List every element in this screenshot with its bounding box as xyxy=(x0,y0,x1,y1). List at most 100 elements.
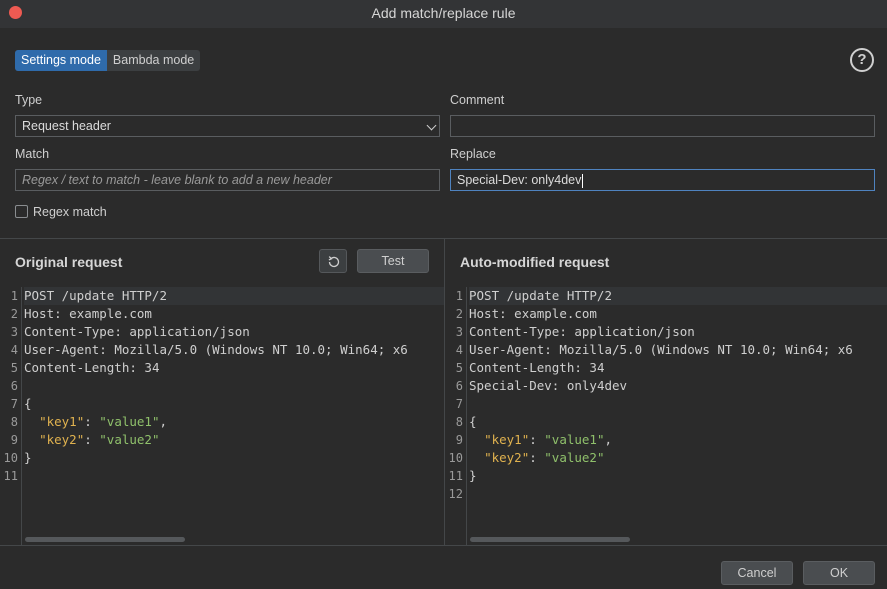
line-number: 2 xyxy=(455,307,463,321)
json-close-brace: } xyxy=(24,450,32,465)
header-value: Mozilla/5.0 (Windows NT 10.0; Win64; x6 xyxy=(559,342,853,357)
code-area: POST /update HTTP/2 Host: example.com Co… xyxy=(24,287,444,485)
json-close-brace: } xyxy=(469,468,477,483)
json-string: "value1" xyxy=(99,414,160,429)
chevron-down-icon xyxy=(426,120,437,131)
json-line: "key1": "value1", xyxy=(39,414,168,429)
json-string: "value1" xyxy=(544,432,605,447)
added-header-line: Special-Dev: only4dev xyxy=(469,378,628,393)
header-line: Host: example.com xyxy=(24,306,152,321)
line-number-gutter: 1 2 3 4 5 6 7 8 9 10 11 xyxy=(0,287,22,545)
header-value: application/json xyxy=(574,324,695,339)
replace-field[interactable]: Special-Dev: only4dev xyxy=(450,169,875,191)
line-number: 8 xyxy=(10,415,18,429)
line-number: 8 xyxy=(455,415,463,429)
header-line: Host: example.com xyxy=(469,306,597,321)
header-value: 34 xyxy=(589,360,605,375)
type-select[interactable]: Request header xyxy=(15,115,440,137)
line-number: 10 xyxy=(3,451,18,465)
replace-label: Replace xyxy=(450,147,496,161)
line-number: 1 xyxy=(10,289,18,303)
header-name: User-Agent xyxy=(469,342,545,357)
comment-field[interactable] xyxy=(450,115,875,137)
code-area: POST /update HTTP/2 Host: example.com Co… xyxy=(469,287,887,503)
original-request-editor[interactable]: 1 2 3 4 5 6 7 8 9 10 11 POST /update HTT… xyxy=(0,287,444,545)
header-line: User-Agent: Mozilla/5.0 (Windows NT 10.0… xyxy=(24,342,408,357)
comment-label: Comment xyxy=(450,93,505,107)
header-name: Content-Length xyxy=(24,360,130,375)
line-number: 3 xyxy=(10,325,18,339)
line-number-gutter: 1 2 3 4 5 6 7 8 9 10 11 12 xyxy=(445,287,467,545)
reset-button[interactable] xyxy=(319,249,347,273)
text-cursor xyxy=(582,173,584,188)
horizontal-scrollbar[interactable] xyxy=(470,537,630,542)
line-number: 9 xyxy=(10,433,18,447)
title-bar: Add match/replace rule xyxy=(0,0,887,28)
json-string: "value2" xyxy=(544,450,605,465)
json-open-brace: { xyxy=(469,414,477,429)
header-value: application/json xyxy=(129,324,250,339)
header-name: User-Agent xyxy=(24,342,100,357)
header-value: example.com xyxy=(514,306,597,321)
header-value: only4dev xyxy=(566,378,628,393)
modified-request-title: Auto-modified request xyxy=(460,254,610,270)
header-value: example.com xyxy=(69,306,152,321)
json-key: "key2" xyxy=(484,450,530,465)
header-line: Content-Length: 34 xyxy=(469,360,605,375)
line-number: 6 xyxy=(10,379,18,393)
header-name: Special-Dev xyxy=(469,378,552,393)
line-number: 12 xyxy=(448,487,463,501)
bambda-mode-button[interactable]: Bambda mode xyxy=(107,50,200,71)
line-number: 9 xyxy=(455,433,463,447)
line-number: 3 xyxy=(455,325,463,339)
ok-button[interactable]: OK xyxy=(803,561,875,585)
help-icon[interactable]: ? xyxy=(850,48,874,72)
type-select-value: Request header xyxy=(22,119,111,133)
json-line: "key2": "value2" xyxy=(484,450,605,465)
header-value: 34 xyxy=(144,360,160,375)
regex-match-checkbox[interactable] xyxy=(15,205,28,218)
header-line: Content-Type: application/json xyxy=(469,324,695,339)
line-number: 5 xyxy=(455,361,463,375)
header-name: Content-Type xyxy=(24,324,115,339)
json-key: "key2" xyxy=(39,432,85,447)
header-line: Content-Type: application/json xyxy=(24,324,250,339)
header-name: Host xyxy=(469,306,500,321)
original-request-title: Original request xyxy=(15,254,123,270)
line-number: 2 xyxy=(10,307,18,321)
test-button[interactable]: Test xyxy=(357,249,429,273)
header-name: Content-Type xyxy=(469,324,560,339)
header-name: Host xyxy=(24,306,55,321)
header-name: Content-Length xyxy=(469,360,575,375)
replace-field-value: Special-Dev: only4dev xyxy=(457,173,582,187)
header-line: User-Agent: Mozilla/5.0 (Windows NT 10.0… xyxy=(469,342,853,357)
json-open-brace: { xyxy=(24,396,32,411)
request-line: POST /update HTTP/2 xyxy=(24,287,444,305)
cancel-button[interactable]: Cancel xyxy=(721,561,793,585)
line-number: 7 xyxy=(455,397,463,411)
settings-mode-button[interactable]: Settings mode xyxy=(15,50,107,71)
line-number: 7 xyxy=(10,397,18,411)
window-title: Add match/replace rule xyxy=(371,5,516,21)
request-line: POST /update HTTP/2 xyxy=(469,287,887,305)
footer-divider xyxy=(0,545,887,546)
line-number: 1 xyxy=(455,289,463,303)
header-line: Content-Length: 34 xyxy=(24,360,160,375)
header-value: Mozilla/5.0 (Windows NT 10.0; Win64; x6 xyxy=(114,342,408,357)
json-line: "key2": "value2" xyxy=(39,432,160,447)
line-number: 4 xyxy=(455,343,463,357)
json-string: "value2" xyxy=(99,432,160,447)
horizontal-scrollbar[interactable] xyxy=(25,537,185,542)
line-number: 4 xyxy=(10,343,18,357)
match-field[interactable]: Regex / text to match - leave blank to a… xyxy=(15,169,440,191)
line-number: 5 xyxy=(10,361,18,375)
line-number: 10 xyxy=(448,451,463,465)
line-number: 11 xyxy=(3,469,18,483)
modified-request-editor[interactable]: 1 2 3 4 5 6 7 8 9 10 11 12 POST /update … xyxy=(445,287,887,545)
regex-match-label[interactable]: Regex match xyxy=(33,205,107,219)
mode-toggle: Settings mode Bambda mode xyxy=(15,50,201,71)
